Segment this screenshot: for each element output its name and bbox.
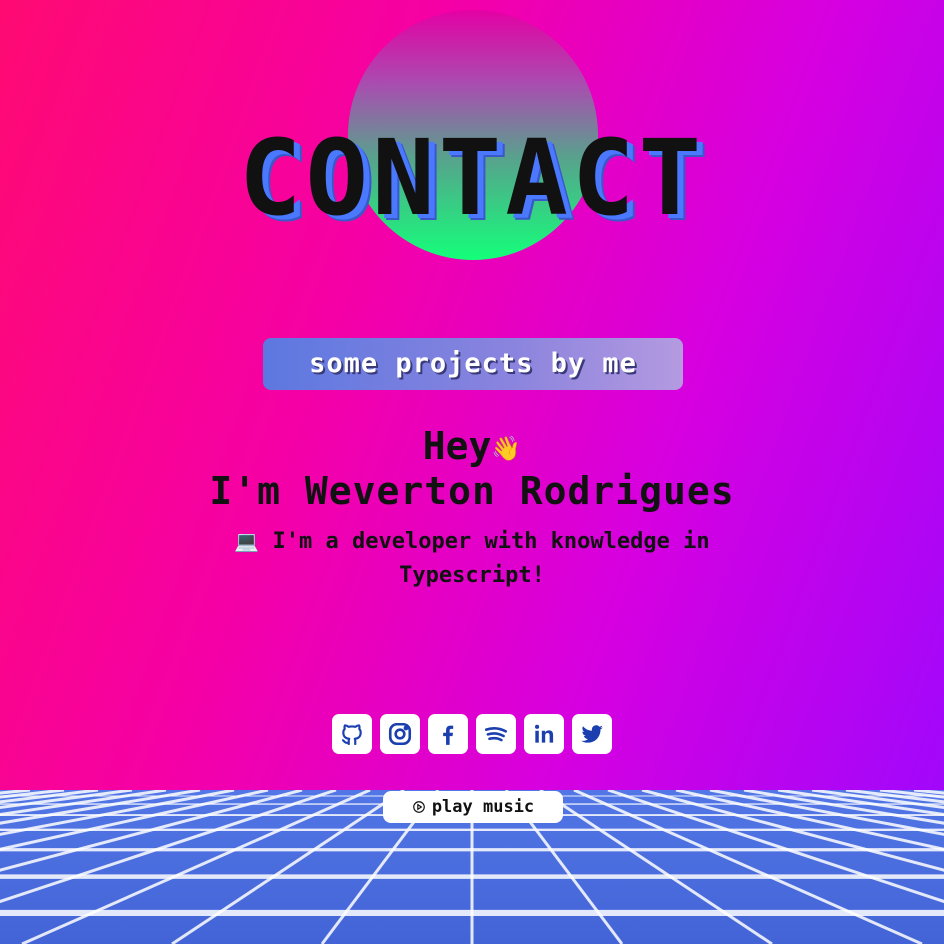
bio-description: 💻 I'm a developer with knowledge in Type… [170, 524, 774, 593]
facebook-link[interactable] [428, 714, 468, 754]
author-name: I'm Weverton Rodrigues [209, 469, 735, 513]
instagram-icon [388, 722, 412, 746]
greeting: Hey👋 [0, 424, 944, 471]
linkedin-icon [535, 724, 554, 743]
projects-button[interactable]: some projects by me [263, 338, 683, 390]
github-link[interactable] [332, 714, 372, 754]
instagram-link[interactable] [380, 714, 420, 754]
greeting-text: Hey [422, 424, 492, 468]
play-music-label: play music [431, 797, 535, 817]
play-circle-icon [412, 801, 425, 813]
social-links [332, 714, 612, 754]
page-title: CONTACT [238, 117, 706, 239]
linkedin-link[interactable] [524, 714, 564, 754]
facebook-icon [443, 725, 454, 745]
play-music-button[interactable]: play music [383, 791, 563, 823]
laptop-icon: 💻 [234, 529, 260, 553]
twitter-icon [581, 725, 603, 743]
spotify-link[interactable] [476, 714, 516, 754]
bio-text: I'm a developer with knowledge in Typesc… [272, 529, 710, 588]
github-icon [341, 724, 362, 745]
spotify-icon [484, 727, 508, 742]
waving-hand-icon: 👋 [491, 434, 522, 463]
twitter-link[interactable] [572, 714, 612, 754]
